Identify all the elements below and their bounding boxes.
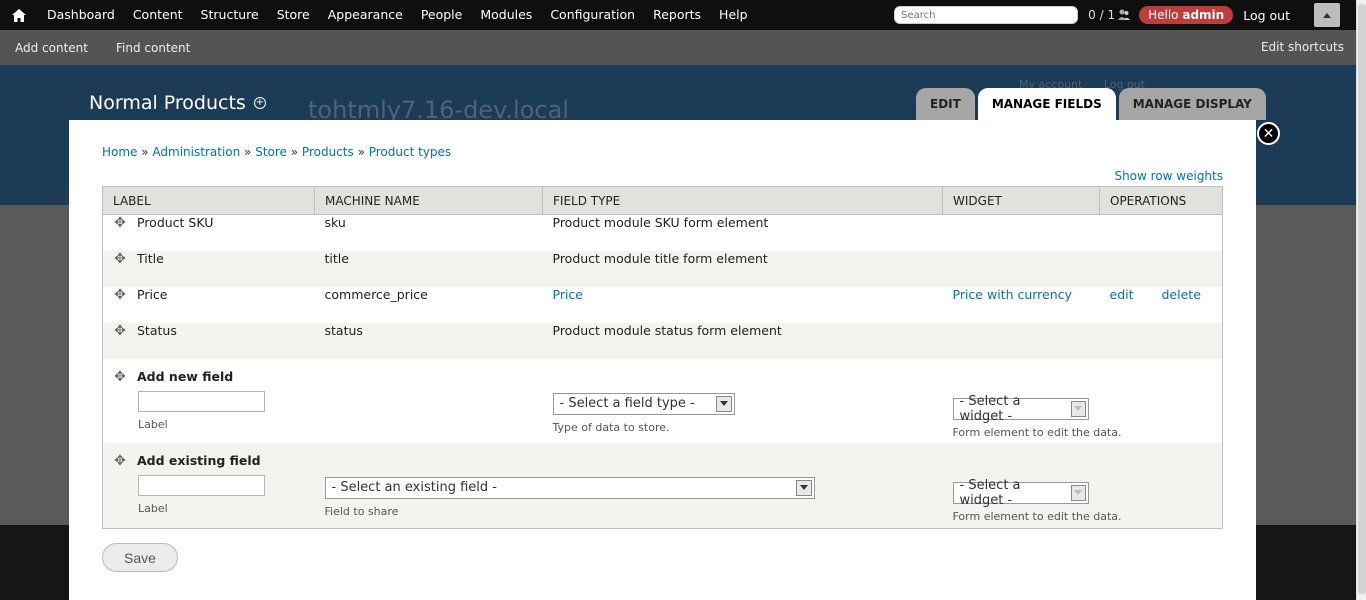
drag-handle-icon[interactable]: ✥ xyxy=(113,453,127,469)
menu-store[interactable]: Store xyxy=(268,0,319,30)
header-field-type: FIELD TYPE xyxy=(542,186,943,215)
existing-field-description: Field to share xyxy=(324,504,399,518)
home-icon[interactable] xyxy=(0,0,38,30)
add-existing-field-title: Add existing field xyxy=(137,452,261,468)
shortcut-add-content[interactable]: Add content xyxy=(0,41,88,55)
edit-shortcuts-link[interactable]: Edit shortcuts xyxy=(1261,30,1344,65)
fields-table: LABEL MACHINE NAME FIELD TYPE WIDGET OPE… xyxy=(102,186,1223,529)
shortcut-find-content[interactable]: Find content xyxy=(101,41,190,55)
tab-edit[interactable]: EDIT xyxy=(916,88,975,120)
new-field-widget-description: Form element to edit the data. xyxy=(952,425,1122,439)
existing-field-label-description: Label xyxy=(138,501,168,515)
menu-dashboard[interactable]: Dashboard xyxy=(38,0,124,30)
table-row: ✥ Status status Product module status for… xyxy=(102,322,1223,359)
toolbar-toggle-button[interactable] xyxy=(1314,3,1340,27)
existing-field-label-input[interactable] xyxy=(138,474,265,496)
menu-content[interactable]: Content xyxy=(124,0,192,30)
drag-handle-icon[interactable]: ✥ xyxy=(113,369,127,385)
breadcrumb-administration[interactable]: Administration xyxy=(152,145,240,159)
menu-structure[interactable]: Structure xyxy=(192,0,268,30)
toolbar-right: 0 / 1 Hello admin Log out xyxy=(894,0,1356,30)
chevron-down-icon xyxy=(1070,484,1086,501)
field-type-description: Type of data to store. xyxy=(552,420,670,434)
existing-field-widget-select[interactable]: - Select a widget - xyxy=(952,478,1089,508)
logout-link[interactable]: Log out xyxy=(1243,8,1290,23)
user-counter[interactable]: 0 / 1 xyxy=(1088,8,1131,22)
chevron-down-icon xyxy=(795,479,812,496)
overlay-tabs: EDIT MANAGE FIELDS MANAGE DISPLAY xyxy=(916,88,1269,120)
menu-configuration[interactable]: Configuration xyxy=(541,0,644,30)
field-type-select[interactable]: - Select a field type - xyxy=(552,392,735,415)
hello-user-button[interactable]: Hello admin xyxy=(1139,6,1234,24)
scrollbar-thumb[interactable] xyxy=(1358,4,1366,594)
drag-handle-icon[interactable]: ✥ xyxy=(113,323,127,339)
header-label: LABEL xyxy=(102,186,315,215)
menu-modules[interactable]: Modules xyxy=(471,0,541,30)
new-field-widget-select[interactable]: - Select a widget - xyxy=(952,394,1089,424)
menu-help[interactable]: Help xyxy=(710,0,757,30)
price-field-type-link[interactable]: Price xyxy=(553,287,584,302)
table-row: ✥ Title title Product module title form e… xyxy=(102,250,1223,287)
add-shortcut-icon[interactable]: + xyxy=(253,97,266,109)
user-counter-text: 0 / 1 xyxy=(1088,8,1116,22)
overlay-content: Home » Administration » Store » Products… xyxy=(69,120,1256,600)
table-row: ✥ Product SKU sku Product module SKU form… xyxy=(102,214,1223,251)
username: admin xyxy=(1182,8,1225,22)
page-title: Normal Products xyxy=(89,92,246,114)
drag-handle-icon[interactable]: ✥ xyxy=(113,251,127,267)
save-button[interactable]: Save xyxy=(102,543,178,572)
drag-handle-icon[interactable]: ✥ xyxy=(113,287,127,303)
breadcrumb-product-types[interactable]: Product types xyxy=(369,145,451,159)
new-field-label-input[interactable] xyxy=(138,390,265,412)
menu-reports[interactable]: Reports xyxy=(644,0,710,30)
new-field-label-description: Label xyxy=(138,417,168,431)
chevron-down-icon xyxy=(715,395,732,412)
shortcuts-bar: Add content Find content Edit shortcuts xyxy=(0,30,1356,65)
header-operations: OPERATIONS xyxy=(1099,186,1223,215)
drag-handle-icon[interactable]: ✥ xyxy=(113,215,127,231)
users-icon xyxy=(1118,9,1131,20)
price-widget-link[interactable]: Price with currency xyxy=(953,287,1072,302)
tab-manage-fields[interactable]: MANAGE FIELDS xyxy=(977,88,1116,120)
show-row-weights-link[interactable]: Show row weights xyxy=(1114,169,1223,183)
existing-field-widget-description: Form element to edit the data. xyxy=(952,509,1122,523)
header-machine-name: MACHINE NAME xyxy=(314,186,543,215)
chevron-up-icon xyxy=(1323,12,1331,18)
menu-people[interactable]: People xyxy=(412,0,472,30)
breadcrumb-products[interactable]: Products xyxy=(302,145,354,159)
overlay-title: Normal Products + xyxy=(89,92,266,114)
menu-appearance[interactable]: Appearance xyxy=(319,0,412,30)
breadcrumb-home[interactable]: Home xyxy=(102,145,137,159)
close-icon[interactable]: ✕ xyxy=(1257,122,1280,145)
add-new-field-title: Add new field xyxy=(137,368,234,384)
add-existing-field-row: ✥ Add existing field Label - Select an ex… xyxy=(102,442,1223,529)
existing-field-select[interactable]: - Select an existing field - xyxy=(324,476,815,499)
add-new-field-row: ✥ Add new field Label - Select a field ty… xyxy=(102,358,1223,443)
breadcrumb: Home » Administration » Store » Products… xyxy=(102,145,452,159)
table-row: ✥ Price commerce_price Price Price with c… xyxy=(102,286,1223,323)
header-widget: WIDGET xyxy=(942,186,1100,215)
scrollbar[interactable] xyxy=(1356,0,1366,600)
tab-manage-display[interactable]: MANAGE DISPLAY xyxy=(1118,88,1266,120)
breadcrumb-store[interactable]: Store xyxy=(255,145,287,159)
chevron-down-icon xyxy=(1070,400,1086,417)
delete-price-link[interactable]: delete xyxy=(1162,287,1201,302)
admin-toolbar: Dashboard Content Structure Store Appear… xyxy=(0,0,1356,30)
edit-price-link[interactable]: edit xyxy=(1110,287,1134,302)
search-input[interactable] xyxy=(894,6,1079,24)
